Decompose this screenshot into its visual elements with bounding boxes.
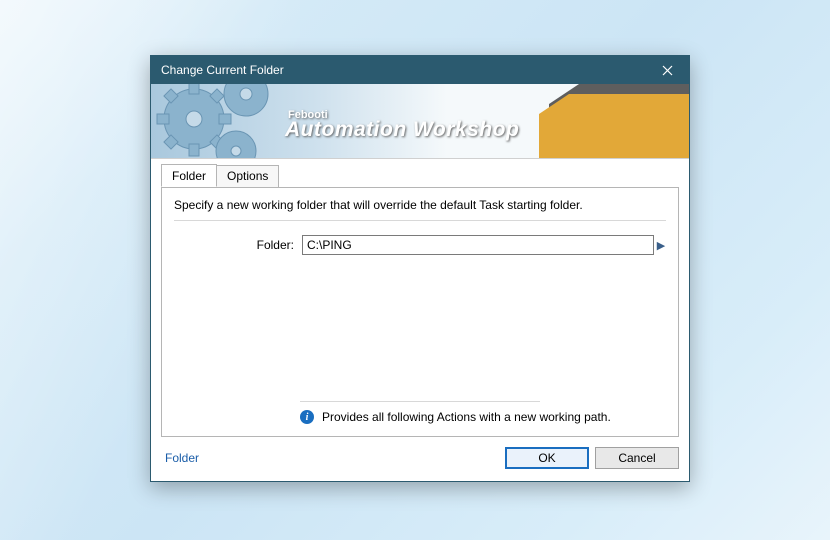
panel-description: Specify a new working folder that will o…	[174, 198, 666, 212]
close-icon	[662, 65, 673, 76]
cancel-button[interactable]: Cancel	[595, 447, 679, 469]
close-button[interactable]	[645, 56, 689, 84]
ok-button[interactable]: OK	[505, 447, 589, 469]
tab-folder[interactable]: Folder	[161, 164, 217, 187]
browse-arrow-icon[interactable]: ▶	[654, 239, 666, 252]
footer: Folder OK Cancel	[151, 437, 689, 481]
banner: Febooti Automation Workshop	[151, 84, 689, 159]
info-icon: i	[300, 410, 314, 424]
dialog-change-current-folder: Change Current Folder	[150, 55, 690, 482]
tabstrip: Folder Options	[161, 165, 679, 188]
gears-graphic	[156, 84, 306, 159]
tabpanel-folder: Specify a new working folder that will o…	[161, 187, 679, 437]
banner-product: Automation Workshop	[285, 118, 519, 142]
separator	[174, 220, 666, 221]
separator-bottom	[300, 401, 540, 402]
folder-graphic	[529, 84, 689, 159]
hint-row: i Provides all following Actions with a …	[174, 410, 666, 424]
content-area: Folder Options Specify a new working fol…	[151, 159, 689, 437]
folder-row: Folder: ▶	[174, 235, 666, 255]
folder-label: Folder:	[174, 238, 302, 252]
window-title: Change Current Folder	[161, 63, 645, 77]
footer-link-folder[interactable]: Folder	[165, 451, 199, 465]
tab-options[interactable]: Options	[216, 165, 279, 188]
folder-input[interactable]	[302, 235, 654, 255]
titlebar: Change Current Folder	[151, 56, 689, 84]
banner-text: Febooti Automation Workshop	[285, 109, 519, 142]
hint-text: Provides all following Actions with a ne…	[322, 410, 611, 424]
